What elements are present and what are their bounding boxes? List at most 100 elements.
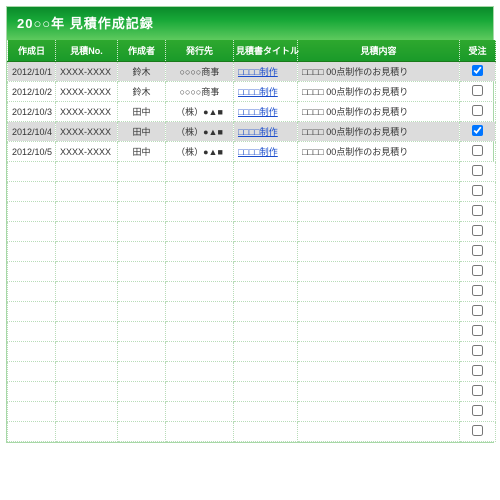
order-checkbox[interactable] [472,325,483,336]
order-checkbox[interactable] [472,365,483,376]
empty-cell [234,202,298,222]
estimate-title-link[interactable]: □□□□制作 [238,147,278,157]
order-checkbox[interactable] [472,385,483,396]
cell-title: □□□□制作 [234,102,298,122]
order-checkbox[interactable] [472,65,483,76]
empty-cell [234,382,298,402]
col-header-title: 見積書タイトル [234,40,298,62]
estimate-title-link[interactable]: □□□□制作 [238,127,278,137]
empty-cell [298,422,460,442]
empty-cell [460,182,496,202]
empty-cell [118,402,166,422]
empty-cell [56,422,118,442]
order-checkbox[interactable] [472,205,483,216]
empty-cell [234,182,298,202]
cell-order [460,102,496,122]
empty-cell [298,162,460,182]
order-checkbox[interactable] [472,85,483,96]
col-header-content: 見積内容 [298,40,460,62]
empty-cell [298,282,460,302]
empty-cell [166,282,234,302]
empty-cell [298,222,460,242]
empty-cell [166,422,234,442]
empty-cell [166,302,234,322]
cell-content: □□□□ 00点制作のお見積り [298,122,460,142]
estimate-title-link[interactable]: □□□□制作 [238,107,278,117]
table-row-empty [8,222,496,242]
page-title: 20○○年 見積作成記録 [7,7,493,40]
cell-dest: （株）●▲■ [166,122,234,142]
empty-cell [234,282,298,302]
empty-cell [460,222,496,242]
order-checkbox[interactable] [472,125,483,136]
empty-cell [56,282,118,302]
empty-cell [8,322,56,342]
cell-author: 鈴木 [118,62,166,82]
order-checkbox[interactable] [472,265,483,276]
empty-cell [118,362,166,382]
empty-cell [298,382,460,402]
empty-cell [234,342,298,362]
empty-cell [234,422,298,442]
empty-cell [460,402,496,422]
estimate-table: 作成日 見積No. 作成者 発行先 見積書タイトル 見積内容 受注 2012/1… [7,40,496,442]
empty-cell [8,182,56,202]
empty-cell [118,282,166,302]
col-header-date: 作成日 [8,40,56,62]
cell-author: 田中 [118,102,166,122]
estimate-title-link[interactable]: □□□□制作 [238,87,278,97]
empty-cell [8,162,56,182]
order-checkbox[interactable] [472,345,483,356]
estimate-title-link[interactable]: □□□□制作 [238,67,278,77]
table-row-empty [8,362,496,382]
empty-cell [118,262,166,282]
order-checkbox[interactable] [472,225,483,236]
empty-cell [460,362,496,382]
empty-cell [8,202,56,222]
order-checkbox[interactable] [472,145,483,156]
empty-cell [56,322,118,342]
order-checkbox[interactable] [472,305,483,316]
empty-cell [234,322,298,342]
cell-date: 2012/10/3 [8,102,56,122]
empty-cell [460,282,496,302]
order-checkbox[interactable] [472,405,483,416]
empty-cell [118,182,166,202]
table-row-empty [8,422,496,442]
empty-cell [118,222,166,242]
table-row: 2012/10/1XXXX-XXXX鈴木○○○○商事□□□□制作□□□□ 00点… [8,62,496,82]
cell-date: 2012/10/2 [8,82,56,102]
order-checkbox[interactable] [472,165,483,176]
empty-cell [166,382,234,402]
order-checkbox[interactable] [472,105,483,116]
empty-cell [166,362,234,382]
empty-cell [234,302,298,322]
order-checkbox[interactable] [472,285,483,296]
empty-cell [166,222,234,242]
empty-cell [56,242,118,262]
table-row: 2012/10/4XXXX-XXXX田中（株）●▲■□□□□制作□□□□ 00点… [8,122,496,142]
empty-cell [460,242,496,262]
table-header-row: 作成日 見積No. 作成者 発行先 見積書タイトル 見積内容 受注 [8,40,496,62]
empty-cell [118,302,166,322]
table-row-empty [8,282,496,302]
empty-cell [8,302,56,322]
empty-cell [460,302,496,322]
order-checkbox[interactable] [472,245,483,256]
order-checkbox[interactable] [472,425,483,436]
empty-cell [234,402,298,422]
cell-order [460,142,496,162]
empty-cell [460,162,496,182]
table-row-empty [8,382,496,402]
empty-cell [56,382,118,402]
cell-dest: （株）●▲■ [166,142,234,162]
table-row-empty [8,162,496,182]
empty-cell [56,342,118,362]
empty-cell [56,202,118,222]
empty-cell [460,262,496,282]
empty-cell [298,302,460,322]
cell-no: XXXX-XXXX [56,82,118,102]
cell-no: XXXX-XXXX [56,62,118,82]
empty-cell [460,202,496,222]
order-checkbox[interactable] [472,185,483,196]
